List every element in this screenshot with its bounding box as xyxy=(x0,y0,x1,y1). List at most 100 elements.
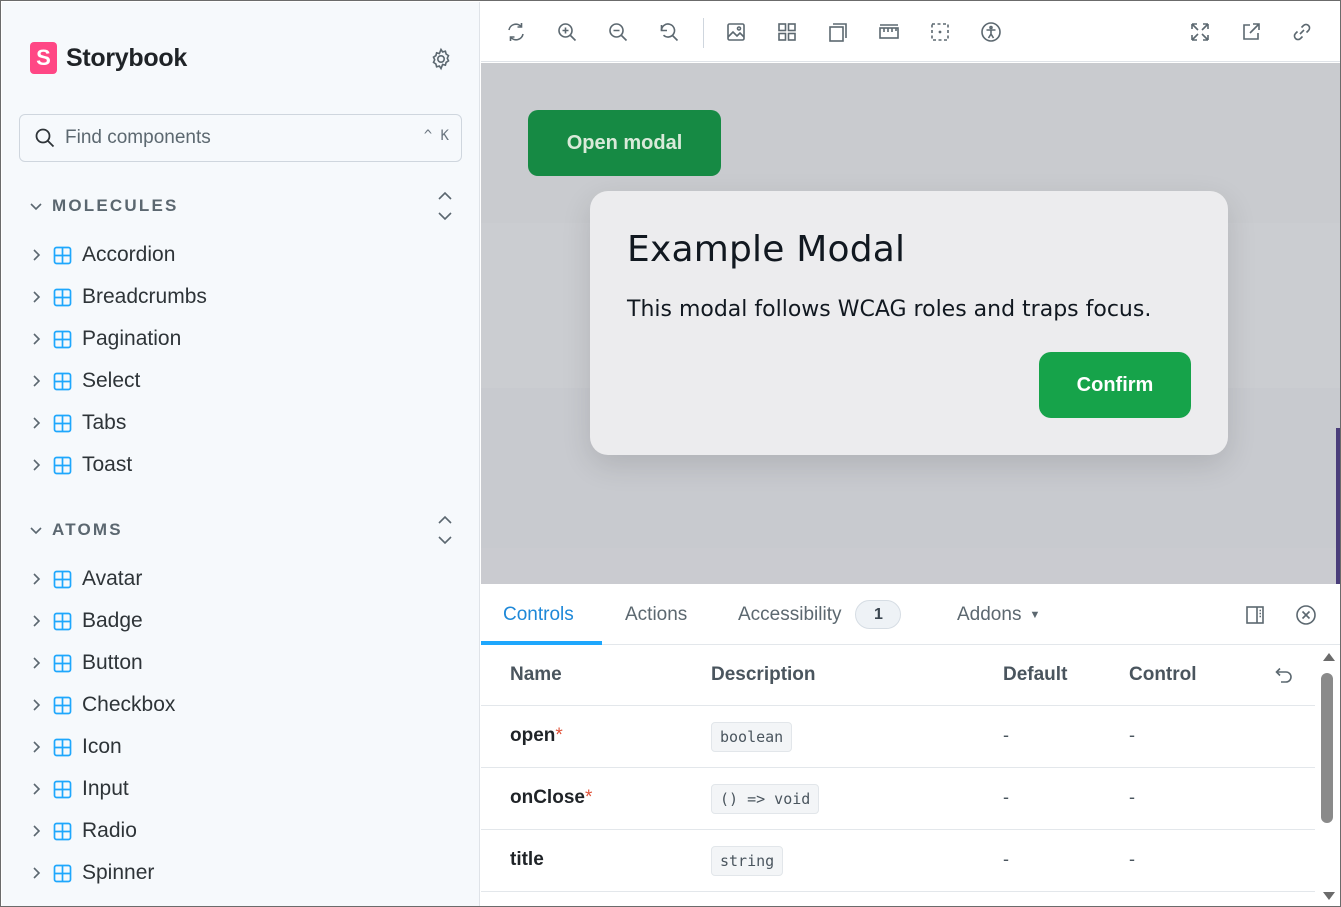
tab-label: Actions xyxy=(625,603,688,625)
chevron-right-icon xyxy=(33,867,41,879)
tree-item-spinner[interactable]: Spinner xyxy=(28,854,458,892)
tab-accessibility[interactable]: Accessibility 1 xyxy=(738,584,902,645)
tree-item-avatar[interactable]: Avatar xyxy=(28,560,458,598)
prop-name: onClose* xyxy=(510,787,593,808)
count-badge: 1 xyxy=(855,600,902,629)
outline-button[interactable] xyxy=(927,19,953,45)
component-icon xyxy=(53,612,72,630)
tree-item-label: Button xyxy=(82,651,143,674)
chevron-right-icon xyxy=(33,417,41,429)
tree-item-label: Checkbox xyxy=(82,693,176,716)
viewport-button[interactable] xyxy=(825,19,851,45)
tree-item-label: Breadcrumbs xyxy=(82,285,207,308)
tree-item-pagination[interactable]: Pagination xyxy=(28,320,458,358)
accessibility-button[interactable] xyxy=(978,19,1004,45)
scroll-up-arrow-icon[interactable] xyxy=(1322,651,1336,663)
control-value: - xyxy=(1129,787,1135,807)
sidebar-right-icon xyxy=(1246,606,1264,624)
chevron-right-icon xyxy=(33,573,41,585)
type-chip: string xyxy=(711,846,784,876)
tree-item-label: Select xyxy=(82,369,141,392)
chevron-right-icon xyxy=(33,615,41,627)
section-atoms[interactable]: ATOMS xyxy=(28,515,458,545)
scrollbar[interactable] xyxy=(1316,645,1340,906)
tab-addons[interactable]: Addons ▼ xyxy=(957,584,1040,645)
outline-icon xyxy=(931,23,949,41)
search-box: ^ K xyxy=(19,114,462,162)
column-header-default: Default xyxy=(1003,664,1068,685)
tree-item-icon[interactable]: Icon xyxy=(28,728,458,766)
tree-item-label: Icon xyxy=(82,735,122,758)
tree-item-button[interactable]: Button xyxy=(28,644,458,682)
copy-link-button[interactable] xyxy=(1289,19,1315,45)
component-icon xyxy=(53,654,72,672)
tab-controls[interactable]: Controls xyxy=(503,584,574,645)
measure-button[interactable] xyxy=(876,19,902,45)
component-icon xyxy=(53,780,72,798)
component-icon xyxy=(53,696,72,714)
chevron-right-icon xyxy=(33,657,41,669)
expand-collapse-icon[interactable] xyxy=(432,511,458,549)
settings-button[interactable] xyxy=(428,46,454,72)
prop-name: open* xyxy=(510,725,563,746)
addons-tabs: Controls Actions Accessibility 1 Addons … xyxy=(481,584,1340,645)
undo-icon[interactable] xyxy=(1269,663,1295,689)
confirm-button[interactable]: Confirm xyxy=(1039,352,1191,418)
chevron-right-icon xyxy=(33,741,41,753)
open-new-tab-button[interactable] xyxy=(1238,19,1264,45)
table-row: title string - - xyxy=(481,830,1315,892)
copy-link-icon xyxy=(1293,23,1311,41)
tree-item-toast[interactable]: Toast xyxy=(28,446,458,484)
component-icon xyxy=(53,864,72,882)
toolbar-divider xyxy=(703,18,704,48)
story-canvas: Open modal Example Modal This modal foll… xyxy=(481,63,1340,584)
tree-item-label: Radio xyxy=(82,819,137,842)
brand[interactable]: S Storybook xyxy=(30,42,187,74)
tree-item-accordion[interactable]: Accordion xyxy=(28,236,458,274)
column-header-control: Control xyxy=(1129,664,1197,685)
tree-item-radio[interactable]: Radio xyxy=(28,812,458,850)
grid-button[interactable] xyxy=(774,19,800,45)
gear-icon xyxy=(432,47,450,71)
background-button[interactable] xyxy=(723,19,749,45)
section-title: ATOMS xyxy=(52,520,123,539)
chevron-right-icon xyxy=(33,825,41,837)
section-title: MOLECULES xyxy=(52,196,179,215)
expand-collapse-icon[interactable] xyxy=(432,187,458,225)
tree-item-input[interactable]: Input xyxy=(28,770,458,808)
tree-item-checkbox[interactable]: Checkbox xyxy=(28,686,458,724)
tree-item-select[interactable]: Select xyxy=(28,362,458,400)
background-icon xyxy=(727,23,745,41)
open-modal-button[interactable]: Open modal xyxy=(528,110,721,176)
fullscreen-button[interactable] xyxy=(1187,19,1213,45)
component-icon xyxy=(53,246,72,264)
fullscreen-icon xyxy=(1191,23,1209,41)
default-value: - xyxy=(1003,849,1009,869)
scrollbar-thumb[interactable] xyxy=(1321,673,1333,823)
tab-actions[interactable]: Actions xyxy=(625,584,687,645)
component-icon xyxy=(53,330,72,348)
tree-item-badge[interactable]: Badge xyxy=(28,602,458,640)
tree-item-label: Avatar xyxy=(82,567,143,590)
zoom-out-button[interactable] xyxy=(605,19,631,45)
close-panel-button[interactable] xyxy=(1293,602,1319,628)
reset-zoom-button[interactable] xyxy=(656,19,682,45)
open-new-tab-icon xyxy=(1243,23,1260,40)
section-molecules[interactable]: MOLECULES xyxy=(28,191,458,221)
zoom-in-button[interactable] xyxy=(554,19,580,45)
panel-orientation-button[interactable] xyxy=(1242,602,1268,628)
close-icon xyxy=(1296,605,1316,625)
reload-icon xyxy=(508,23,524,41)
scroll-down-arrow-icon[interactable] xyxy=(1322,890,1336,902)
storybook-logo-icon: S xyxy=(30,42,57,74)
grid-icon xyxy=(778,23,796,41)
reload-button[interactable] xyxy=(503,19,529,45)
control-value: - xyxy=(1129,849,1135,869)
search-input[interactable] xyxy=(65,127,405,149)
addons-panel: Controls Actions Accessibility 1 Addons … xyxy=(481,584,1340,906)
chevron-right-icon xyxy=(33,459,41,471)
component-icon xyxy=(53,738,72,756)
tree-item-tabs[interactable]: Tabs xyxy=(28,404,458,442)
tree-item-breadcrumbs[interactable]: Breadcrumbs xyxy=(28,278,458,316)
tree-item-label: Toast xyxy=(82,453,133,476)
